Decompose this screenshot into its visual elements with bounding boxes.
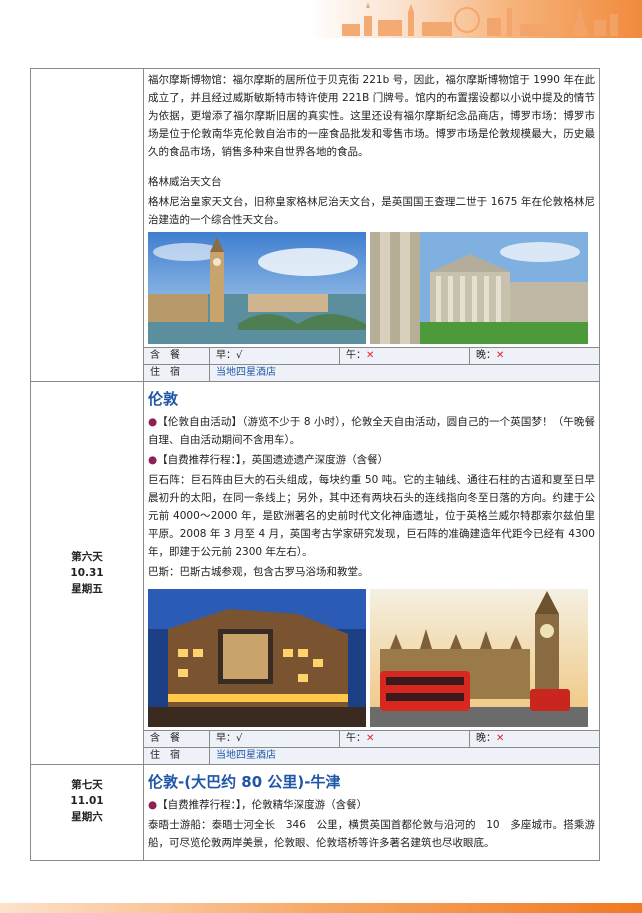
day6-date: 10.31 [70, 567, 104, 579]
day5-day-cell [30, 68, 144, 382]
hotel-link[interactable]: 当地四星酒店 [210, 748, 599, 764]
footer-band [0, 903, 642, 913]
day6-row: 第六天 10.31 星期五 伦敦 ●【伦敦自由活动】（游览不少于 8 小时），伦… [30, 381, 600, 765]
lunch-cell: 午：✕ [340, 731, 470, 747]
day7-label: 第七天 [71, 779, 103, 791]
attraction-description: 福尔摩斯博物馆：福尔摩斯的居所位于贝克街 221b 号，因此，福尔摩斯博物馆于 … [148, 74, 595, 158]
day6-photo-row [144, 581, 599, 730]
dinner-cell: 晚：✕ [476, 733, 505, 744]
photo-row [144, 229, 599, 347]
thames-cruise-description: 泰晤士游船：泰晤士河全长 346 公里，横贯英国首都伦敦与沿河的 10 多座城市… [148, 819, 595, 849]
day6-meals-row: 含 餐 早：√ 午：✕ 晚：✕ [144, 730, 599, 747]
day6-title: 伦敦 [148, 390, 179, 408]
day7-weekday: 星期六 [71, 811, 103, 823]
day7-title: 伦敦-(大巴约 80 公里)-牛津 [148, 773, 341, 791]
breakfast-cell: 早：√ [210, 731, 340, 747]
big-ben-bus-photo [370, 589, 588, 727]
header-band [0, 0, 642, 38]
lunch-cell: 午：✕ [340, 348, 470, 364]
day6-content-cell: 伦敦 ●【伦敦自由活动】（游览不少于 8 小时），伦敦全天自由活动，圆自己的一个… [143, 381, 600, 765]
day7-content-cell: 伦敦-(大巴约 80 公里)-牛津 ●【自费推荐行程：】，伦敦精华深度游（含餐）… [143, 764, 600, 861]
meals-label: 含 餐 [144, 348, 210, 364]
observatory-description: 格林尼治皇家天文台，旧称皇家格林尼治天文台，是英国国王查理二世于 1675 年在… [148, 196, 595, 226]
hotel-link[interactable]: 当地四星酒店 [210, 365, 599, 381]
stonehenge-description: 巨石阵：巨石阵由巨大的石头组成，每块约重 50 吨。它的主轴线、通往石柱的古道和… [148, 474, 595, 558]
day6-day-cell: 第六天 10.31 星期五 [30, 381, 144, 765]
day7-row: 第七天 11.01 星期六 伦敦-(大巴约 80 公里)-牛津 ●【自费推荐行程… [30, 764, 600, 861]
british-museum-photo [370, 232, 588, 344]
bath-description: 巴斯：巴斯古城参观，包含古罗马浴场和教堂。 [148, 566, 369, 578]
day6-weekday: 星期五 [71, 583, 103, 595]
day7-optional-tour: ●【自费推荐行程：】，伦敦精华深度游（含餐） [148, 799, 368, 811]
city-skyline-decoration [342, 2, 618, 36]
dinner-cell: 晚：✕ [476, 350, 505, 361]
day6-free-activity: ●【伦敦自由活动】（游览不少于 8 小时），伦敦全天自由活动，圆自己的一个英国梦… [148, 416, 595, 446]
theatre-night-photo [148, 589, 366, 727]
meals-label: 含 餐 [144, 731, 210, 747]
day6-stay-row: 住 宿 当地四星酒店 [144, 747, 599, 764]
day5-continued-row: 福尔摩斯博物馆：福尔摩斯的居所位于贝克街 221b 号，因此，福尔摩斯博物馆于 … [30, 68, 600, 382]
itinerary-table: 福尔摩斯博物馆：福尔摩斯的居所位于贝克街 221b 号，因此，福尔摩斯博物馆于 … [30, 68, 600, 861]
breakfast-cell: 早：√ [210, 348, 340, 364]
day6-label: 第六天 [71, 551, 103, 563]
day6-optional-tour: ●【自费推荐行程：】，英国遗迹遗产深度游（含餐） [148, 454, 389, 466]
stay-label: 住 宿 [144, 748, 210, 764]
stay-label: 住 宿 [144, 365, 210, 381]
day7-day-cell: 第七天 11.01 星期六 [30, 764, 144, 861]
big-ben-bridge-photo [148, 232, 366, 344]
day7-date: 11.01 [70, 795, 104, 807]
observatory-subtitle: 格林威治天文台 [148, 176, 222, 188]
day5-stay-row: 住 宿 当地四星酒店 [144, 364, 599, 381]
day5-meals-row: 含 餐 早：√ 午：✕ 晚：✕ [144, 347, 599, 364]
day5-content-cell: 福尔摩斯博物馆：福尔摩斯的居所位于贝克街 221b 号，因此，福尔摩斯博物馆于 … [143, 68, 600, 382]
